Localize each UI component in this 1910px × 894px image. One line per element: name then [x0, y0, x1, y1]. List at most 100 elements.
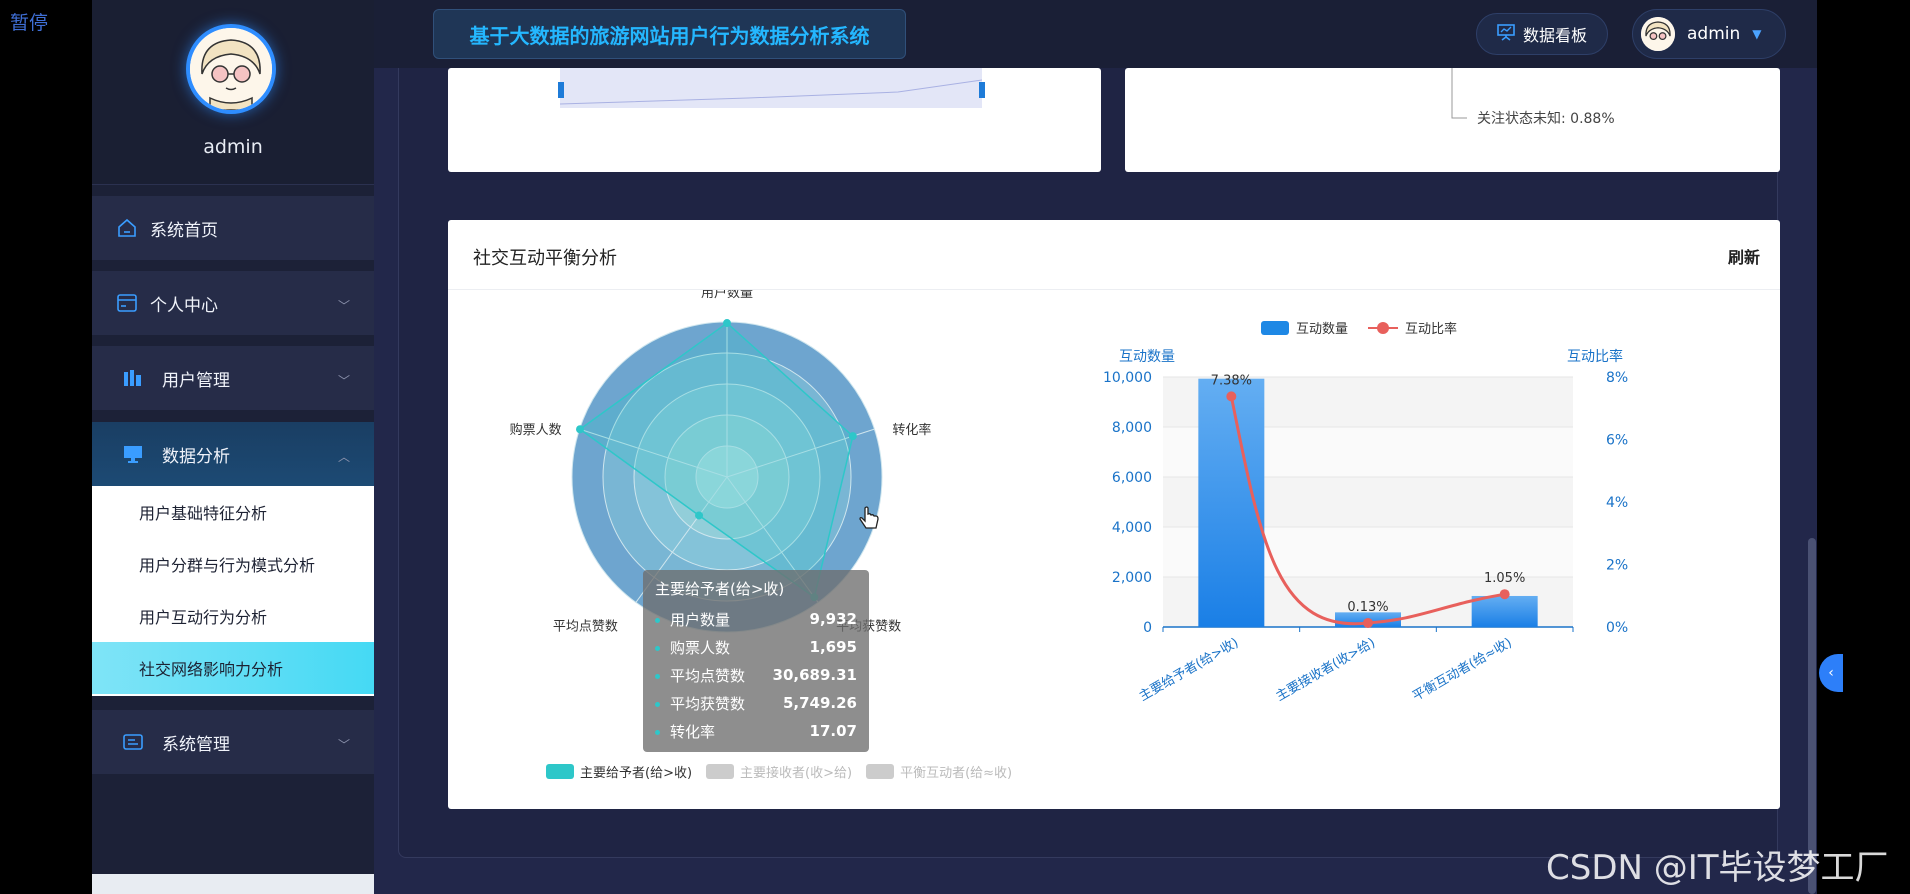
sidebar: admin 系统首页 个人中心 ﹀ 用户管理 ﹀ 数据分析 ︿ 用户基础特征分析…: [92, 0, 374, 894]
sidebar-item-label: 用户管理: [162, 370, 230, 391]
y-tick-label: 8,000: [1112, 420, 1152, 436]
refresh-button[interactable]: 刷新: [1728, 244, 1760, 268]
tooltip-row: 平均获赞数 5,749.26: [655, 689, 857, 717]
tooltip-row: 平均点赞数 30,689.31: [655, 661, 857, 689]
tooltip-row: 转化率 17.07: [655, 717, 857, 745]
sidebar-user-panel: admin: [92, 0, 374, 185]
legend-swatch-dot: [1377, 322, 1389, 334]
ratio-point: [1226, 391, 1237, 402]
sidebar-item-home[interactable]: 系统首页: [92, 196, 374, 260]
pie-label-line: [1451, 68, 1467, 119]
presentation-icon: [1497, 23, 1515, 45]
page-title: 基于大数据的旅游网站用户行为数据分析系统: [433, 9, 906, 59]
radar-indicator-label: 平均点赞数: [553, 619, 618, 634]
y-tick-label: 10,000: [1103, 370, 1152, 386]
social-balance-card: 社交互动平衡分析 刷新 用户数量转化率平均获赞数平均点赞数购票人数 主要给予者(…: [448, 220, 1780, 809]
radar-indicator-label: 购票人数: [510, 422, 562, 438]
y-tick-label: 6,000: [1112, 470, 1152, 486]
radar-point: [576, 425, 585, 434]
prev-pie-card: 关注状态未知: 0.88%: [1125, 68, 1780, 172]
y-axis-title: 互动数量: [1119, 349, 1175, 365]
user-menu[interactable]: admin ▼: [1632, 9, 1786, 59]
sidebar-username: admin: [203, 136, 263, 158]
y-right-tick-label: 6%: [1606, 433, 1628, 449]
submenu-item-clustering[interactable]: 用户分群与行为模式分析: [92, 538, 374, 590]
sidebar-item-label: 个人中心: [150, 295, 218, 316]
dashboard-button[interactable]: 数据看板: [1476, 13, 1608, 55]
legend-label-line: 互动比率: [1405, 321, 1457, 337]
y-right-tick-label: 4%: [1606, 495, 1628, 511]
radar-point: [695, 511, 704, 520]
prev-chart-card: [448, 68, 1101, 172]
ratio-data-label: 0.13%: [1347, 600, 1388, 615]
x-category-label: 平衡互动者(给≈收): [1410, 635, 1515, 704]
bar-icon: [122, 367, 144, 389]
sidebar-item-system[interactable]: 系统管理 ﹀: [92, 710, 374, 774]
y-right-tick-label: 0%: [1606, 620, 1628, 636]
data-zoom-slider[interactable]: [448, 68, 1101, 172]
chevron-down-icon: ﹀: [337, 738, 350, 752]
card-title: 社交互动平衡分析: [473, 248, 617, 269]
sidebar-item-label: 数据分析: [162, 446, 230, 467]
home-icon: [116, 217, 138, 239]
x-category-label: 主要给予者(给>收): [1137, 635, 1242, 704]
pie-label: 关注状态未知: 0.88%: [1477, 111, 1615, 127]
caret-down-icon: ▼: [1752, 27, 1762, 41]
slider-handle-left[interactable]: [558, 82, 564, 98]
user-name: admin: [1687, 24, 1741, 44]
legend-swatch-bar: [1261, 321, 1289, 335]
ratio-data-label: 7.38%: [1211, 373, 1252, 388]
sidebar-item-data-analysis[interactable]: 数据分析 ︿: [92, 422, 374, 486]
submenu-item-interaction[interactable]: 用户互动行为分析: [92, 590, 374, 642]
legend-item-receiver[interactable]: 主要接收者(收>给): [706, 762, 852, 781]
radar-indicator-label: 转化率: [892, 422, 931, 438]
y-right-tick-label: 2%: [1606, 558, 1628, 574]
radar-point: [848, 432, 857, 441]
y-tick-label: 4,000: [1112, 520, 1152, 536]
legend-item-giver[interactable]: 主要给予者(给>收): [546, 762, 692, 781]
chevron-down-icon: ﹀: [337, 299, 350, 313]
data-analysis-submenu: 用户基础特征分析 用户分群与行为模式分析 用户互动行为分析 社交网络影响力分析: [92, 486, 374, 696]
bar-line-chart: 互动数量 互动比率互动数量 互动比率02,0004,0006,0008,00010,…: [1103, 321, 1628, 705]
y-axis-right-title: 互动比率: [1567, 348, 1623, 365]
chevron-down-icon: ﹀: [337, 374, 350, 388]
watermark: CSDN @IT毕设梦工厂: [1546, 848, 1889, 888]
ratio-point: [1363, 617, 1373, 628]
dashboard-label: 数据看板: [1522, 26, 1587, 45]
form-icon: [122, 731, 144, 753]
id-card-icon: [116, 292, 138, 314]
ratio-data-label: 1.05%: [1484, 571, 1525, 586]
y-tick-label: 0: [1143, 620, 1152, 636]
avatar: [1641, 17, 1675, 51]
collapse-arrow-icon[interactable]: ‹: [1819, 654, 1843, 692]
legend-item-balanced[interactable]: 平衡互动者(给≈收): [866, 762, 1012, 781]
bar: [1471, 595, 1538, 627]
tooltip-row: 购票人数 1,695: [655, 633, 857, 661]
sidebar-item-users[interactable]: 用户管理 ﹀: [92, 346, 374, 410]
y-right-tick-label: 8%: [1606, 370, 1628, 386]
topbar: 基于大数据的旅游网站用户行为数据分析系统 数据看板 admin ▼: [374, 0, 1817, 68]
slider-handle-right[interactable]: [979, 82, 985, 98]
radar-tooltip: 主要给予者(给>收) 用户数量 9,932 购票人数 1,695 平均点赞数 30,6…: [643, 570, 869, 752]
sidebar-item-profile[interactable]: 个人中心 ﹀: [92, 271, 374, 335]
tooltip-title: 主要给予者(给>收): [655, 580, 785, 598]
radar-legend: 主要给予者(给>收) 主要接收者(收>给) 平衡互动者(给≈收): [546, 762, 1012, 781]
pause-label[interactable]: 暂停: [10, 8, 48, 35]
avatar[interactable]: [186, 24, 276, 114]
sidebar-item-label: 系统首页: [150, 220, 218, 241]
x-category-label: 主要接收者(收>给): [1273, 635, 1378, 705]
hand-cursor-icon: [859, 506, 879, 529]
y-tick-label: 2,000: [1112, 570, 1152, 586]
submenu-item-social-influence[interactable]: 社交网络影响力分析: [92, 642, 374, 694]
main-content: 关注状态未知: 0.88% 社交互动平衡分析 刷新 用户数量转化率平均获赞数平均…: [374, 68, 1843, 894]
submenu-item-basic-features[interactable]: 用户基础特征分析: [92, 486, 374, 538]
tooltip-row: 用户数量 9,932: [655, 605, 857, 633]
monitor-icon: [122, 443, 144, 465]
card-header: 社交互动平衡分析 刷新: [448, 220, 1780, 290]
radar-indicator-label: 用户数量: [701, 290, 753, 301]
legend-label-bar: 互动数量: [1296, 322, 1348, 337]
chevron-up-icon: ︿: [337, 450, 350, 464]
ratio-point: [1499, 589, 1510, 600]
content-panel: 关注状态未知: 0.88% 社交互动平衡分析 刷新 用户数量转化率平均获赞数平均…: [398, 68, 1843, 858]
sidebar-item-label: 系统管理: [162, 734, 230, 755]
